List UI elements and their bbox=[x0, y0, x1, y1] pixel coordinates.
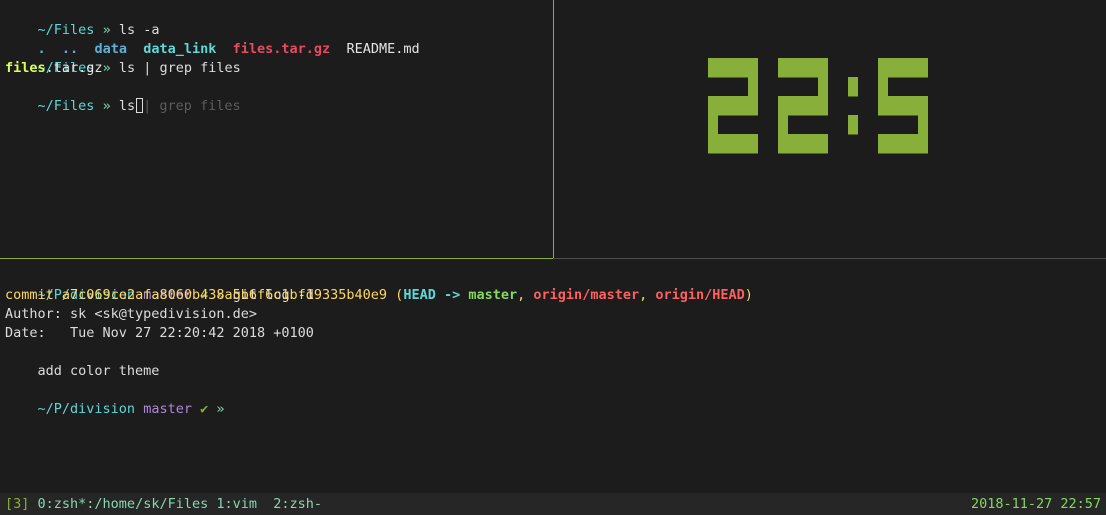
ls-entry-link: data_link bbox=[143, 41, 217, 57]
status-datetime: 2018-11-27 22:57 bbox=[970, 496, 1101, 512]
grep-output-line: files.tar.gz bbox=[5, 59, 547, 78]
window-tab-2[interactable]: 2:zsh- bbox=[273, 496, 322, 512]
commit-line: commit a7c069ce2afa8060b438a5b6f6c1bfd93… bbox=[5, 287, 753, 303]
prompt-arrow: » bbox=[216, 401, 225, 417]
pane-divider-active-segment bbox=[0, 258, 553, 259]
commit-hash: a7c069ce2afa8060b438a5b6f6c1bfd9335b40e9 bbox=[61, 287, 388, 303]
terminal-pane-files[interactable]: ~/Files » ls -a . .. data data_link file… bbox=[0, 0, 552, 258]
grep-match: files bbox=[5, 60, 46, 76]
ls-entry-dir: data bbox=[94, 41, 127, 57]
clock-digit bbox=[778, 58, 828, 154]
active-prompt-line[interactable]: ~/P/division master ✔ » bbox=[5, 381, 1101, 417]
pane-divider-vertical[interactable] bbox=[553, 0, 554, 259]
grep-rest: .tar.gz bbox=[45, 60, 103, 76]
ref-master: master bbox=[468, 287, 518, 303]
prompt-arrow: » bbox=[102, 60, 111, 76]
clean-check-icon: ✔ bbox=[200, 401, 209, 417]
prompt-arrow: » bbox=[102, 22, 111, 38]
date-line: Date: Tue Nov 27 22:20:42 2018 +0100 bbox=[5, 325, 314, 341]
ref-origin-head: origin/HEAD bbox=[655, 287, 745, 303]
clock-display bbox=[708, 58, 928, 154]
status-left: [3] 0:zsh*:/home/sk/Files 1:vim 2:zsh- bbox=[5, 493, 322, 515]
ls-entry-dotdot: .. bbox=[61, 41, 79, 57]
git-branch: master bbox=[143, 401, 192, 417]
prompt-path: ~/Files bbox=[37, 98, 95, 114]
ref-origin-master: origin/master bbox=[533, 287, 640, 303]
ls-entry-archive: files.tar.gz bbox=[232, 41, 331, 57]
clock-digit bbox=[708, 58, 758, 154]
clock-digit bbox=[878, 58, 928, 154]
prompt-line: ~/Files » ls -a bbox=[5, 2, 547, 38]
tmux-status-bar: [3] 0:zsh*:/home/sk/Files 1:vim 2:zsh- 2… bbox=[0, 493, 1106, 515]
prompt-arrow: » bbox=[102, 98, 111, 114]
active-prompt-line[interactable]: ~/Files » ls | grep files bbox=[5, 78, 547, 114]
prompt-path: ~/P/division bbox=[37, 401, 136, 417]
terminal-pane-git[interactable]: ~/P/division master ✔ » git log -1 commi… bbox=[0, 261, 1106, 493]
window-tab-1[interactable]: 1:vim bbox=[216, 496, 257, 512]
clock-colon bbox=[848, 77, 858, 135]
typed-command[interactable]: ls bbox=[119, 98, 135, 114]
ref-close-paren: ) bbox=[744, 287, 753, 303]
command-text: ls | grep files bbox=[118, 60, 241, 76]
command-text: ls -a bbox=[118, 22, 160, 38]
ref-head-arrow: -> bbox=[443, 287, 461, 303]
commit-label: commit bbox=[5, 287, 54, 303]
commit-message: add color theme bbox=[5, 363, 160, 379]
terminal-pane-clock[interactable] bbox=[555, 0, 1106, 258]
ls-entry-file: README.md bbox=[346, 41, 420, 57]
window-tab-0[interactable]: 0:zsh*:/home/sk/Files bbox=[38, 496, 209, 512]
ls-entry-dot: . bbox=[37, 41, 46, 57]
ref-head: HEAD bbox=[403, 287, 436, 303]
prompt-line: ~/P/division master ✔ » git log -1 bbox=[5, 267, 1101, 303]
autosuggestion: | grep files bbox=[143, 98, 241, 114]
author-line: Author: sk <sk@typedivision.de> bbox=[5, 306, 257, 322]
prompt-path: ~/Files bbox=[37, 22, 95, 38]
session-id: [3] bbox=[5, 496, 30, 512]
